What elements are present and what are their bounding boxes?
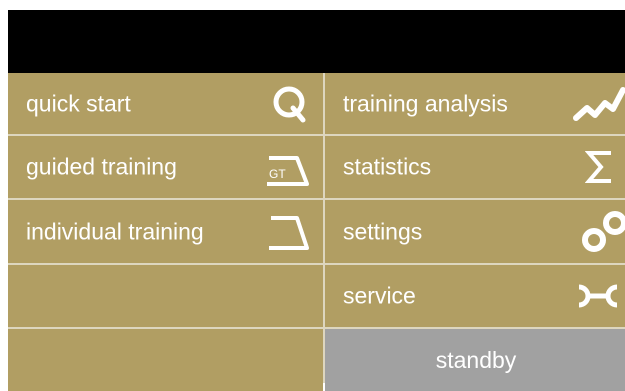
service-label: service: [343, 282, 416, 309]
service-button[interactable]: service: [325, 265, 625, 327]
sigma-icon: [585, 147, 615, 187]
wrench-icon: [575, 281, 621, 311]
guided-training-gt-icon: GT: [263, 147, 311, 187]
training-analysis-graph-icon: [573, 84, 625, 124]
training-analysis-button[interactable]: training analysis: [325, 73, 625, 134]
training-analysis-label: training analysis: [343, 90, 508, 116]
quick-start-button[interactable]: quick start: [8, 73, 323, 134]
guided-training-button[interactable]: guided training GT: [8, 136, 323, 198]
empty-tile-left-4: [8, 265, 323, 327]
menu-grid: quick start training analysis guided tra…: [8, 73, 625, 391]
standby-button[interactable]: standby: [325, 329, 625, 391]
quick-start-q-icon: [271, 84, 309, 124]
settings-circles-icon: [581, 210, 625, 254]
individual-training-label: individual training: [26, 218, 204, 244]
guided-training-label: guided training: [26, 153, 177, 180]
quick-start-label: quick start: [26, 90, 131, 116]
settings-label: settings: [343, 218, 423, 244]
settings-button[interactable]: settings: [325, 200, 625, 263]
display-screen: quick start training analysis guided tra…: [8, 10, 625, 391]
standby-label: standby: [435, 346, 517, 373]
gt-icon-text: GT: [269, 167, 286, 181]
statistics-label: statistics: [343, 153, 432, 180]
individual-training-button[interactable]: individual training: [8, 200, 323, 263]
statistics-button[interactable]: statistics: [325, 136, 625, 198]
individual-training-profile-icon: [267, 212, 311, 252]
empty-tile-left-5: [8, 329, 323, 391]
